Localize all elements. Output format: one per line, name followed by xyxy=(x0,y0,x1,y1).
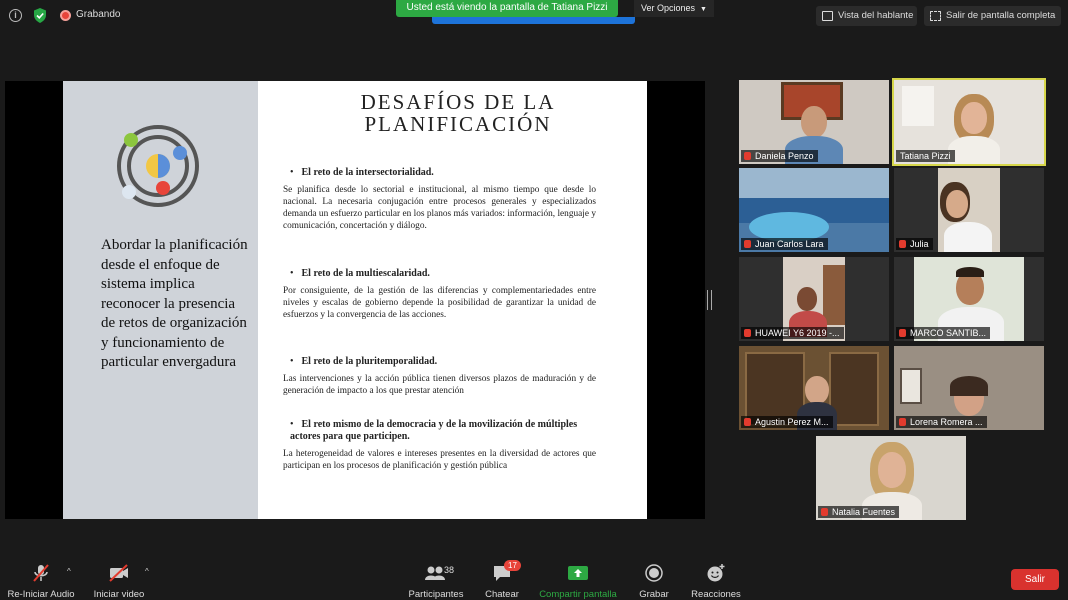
grid-icon xyxy=(822,11,833,21)
slide-section: El reto de la pluritemporalidad. Las int… xyxy=(283,356,596,397)
meeting-toolbar: Re-Iniciar Audio ^ Iniciar video ^ 38 Pa… xyxy=(0,556,1068,600)
chevron-down-icon: ▼ xyxy=(700,6,707,13)
slide-section: El reto de la multiescalaridad. Por cons… xyxy=(283,268,596,321)
shield-icon[interactable] xyxy=(33,8,47,23)
muted-microphone-icon xyxy=(33,564,49,582)
chat-unread-badge: 17 xyxy=(504,560,521,571)
participants-label: Participantes xyxy=(408,589,464,600)
chat-label: Chatear xyxy=(485,589,519,600)
participant-name-label: Agustin Perez M... xyxy=(741,416,833,428)
record-icon xyxy=(645,564,663,582)
view-options-button[interactable]: Ver Opciones ▼ xyxy=(634,0,714,17)
planning-logo-icon xyxy=(117,125,199,207)
participants-count: 38 xyxy=(444,565,455,575)
exit-fullscreen-button[interactable]: Salir de pantalla completa xyxy=(924,6,1061,26)
view-options-label: Ver Opciones xyxy=(641,3,696,13)
muted-mic-icon xyxy=(899,418,906,426)
participant-name-label: Julia xyxy=(896,238,933,250)
audio-label: Re-Iniciar Audio xyxy=(7,589,75,600)
reactions-label: Reacciones xyxy=(691,589,741,600)
section-body: Por consiguiente, de la gestión de las d… xyxy=(283,286,596,320)
share-screen-label: Compartir pantalla xyxy=(539,589,617,600)
muted-mic-icon xyxy=(744,240,751,248)
participant-name-label: HUAWEI Y6 2019 -... xyxy=(741,327,844,339)
participants-button[interactable]: 38 Participantes xyxy=(404,556,468,600)
reactions-button[interactable]: Reacciones xyxy=(688,556,744,600)
section-body: Las intervenciones y la acción pública t… xyxy=(283,374,596,396)
audio-button[interactable]: Re-Iniciar Audio xyxy=(2,556,80,600)
video-label: Iniciar video xyxy=(93,589,145,600)
muted-mic-icon xyxy=(744,329,751,337)
participant-tile[interactable]: Agustin Perez M... xyxy=(739,346,889,430)
participant-tile[interactable]: Daniela Penzo xyxy=(739,80,889,164)
participant-name-label: Daniela Penzo xyxy=(741,150,818,162)
muted-mic-icon xyxy=(744,418,751,426)
record-label: Grabar xyxy=(639,589,669,600)
muted-mic-icon xyxy=(899,329,906,337)
muted-mic-icon xyxy=(821,508,828,516)
share-screen-icon xyxy=(568,566,588,580)
participant-tile[interactable]: MARCO SANTIB... xyxy=(894,257,1044,341)
chat-button[interactable]: 17 Chatear xyxy=(482,556,522,600)
sharing-banner: Usted está viendo la pantalla de Tatiana… xyxy=(396,0,618,17)
exit-fullscreen-icon xyxy=(930,11,941,21)
section-body: Se planifica desde lo sectorial e instit… xyxy=(283,185,596,231)
record-button[interactable]: Grabar xyxy=(634,556,674,600)
speaker-view-button[interactable]: Vista del hablante xyxy=(816,6,917,26)
leave-meeting-button[interactable]: Salir xyxy=(1011,569,1059,590)
section-heading: El reto de la multiescalaridad. xyxy=(283,268,596,280)
camera-off-icon xyxy=(109,564,128,582)
speaker-view-label: Vista del hablante xyxy=(838,10,914,21)
participant-tile-active-speaker[interactable]: Tatiana Pizzi xyxy=(892,78,1046,166)
participant-tile[interactable]: Lorena Romera ... xyxy=(894,346,1044,430)
participant-name-label: MARCO SANTIB... xyxy=(896,327,991,339)
slide-lead-text: Abordar la planificación desde el enfoqu… xyxy=(101,237,248,370)
slide-section: El reto mismo de la democracia y de la m… xyxy=(283,419,596,472)
section-heading: El reto de la intersectorialidad. xyxy=(283,167,596,179)
participant-tile[interactable]: Julia xyxy=(894,168,1044,252)
info-icon[interactable]: i xyxy=(9,9,22,22)
slide-left-panel: Abordar la planificación desde el enfoqu… xyxy=(63,81,258,519)
participant-name-label: Juan Carlos Lara xyxy=(741,238,828,250)
top-bar: i Grabando Usted está viendo la pantalla… xyxy=(0,0,1068,32)
muted-mic-icon xyxy=(899,240,906,248)
participant-name-label: Tatiana Pizzi xyxy=(896,150,955,162)
slide-title-line2: PLANIFICACIÓN xyxy=(364,112,552,136)
emoji-add-icon xyxy=(707,564,725,582)
slide-right-panel: DESAFÍOS DE LA PLANIFICACIÓN El reto de … xyxy=(258,81,647,519)
section-body: La heterogeneidad de valores e intereses… xyxy=(283,449,596,471)
participant-name-label: Natalia Fuentes xyxy=(818,506,900,518)
panel-splitter-handle[interactable] xyxy=(707,290,712,310)
participant-tile[interactable]: Natalia Fuentes xyxy=(816,436,966,520)
participant-tile[interactable]: HUAWEI Y6 2019 -... xyxy=(739,257,889,341)
slide-section: El reto de la intersectorialidad. Se pla… xyxy=(283,167,596,232)
recording-label: Grabando xyxy=(76,9,121,20)
slide-title: DESAFÍOS DE LA PLANIFICACIÓN xyxy=(288,91,628,135)
section-heading: El reto mismo de la democracia y de la m… xyxy=(283,419,596,443)
audio-options-chevron-icon[interactable]: ^ xyxy=(67,567,71,576)
participants-icon xyxy=(425,566,445,580)
video-options-chevron-icon[interactable]: ^ xyxy=(145,567,149,576)
exit-fullscreen-label: Salir de pantalla completa xyxy=(946,10,1056,21)
participant-name-label: Lorena Romera ... xyxy=(896,416,987,428)
muted-mic-icon xyxy=(744,152,751,160)
video-button[interactable]: Iniciar video xyxy=(86,556,152,600)
sharing-indicator-bar xyxy=(432,17,635,24)
section-heading: El reto de la pluritemporalidad. xyxy=(283,356,596,368)
recording-icon xyxy=(60,10,71,21)
slide-title-line1: DESAFÍOS DE LA xyxy=(360,90,556,114)
participant-tile[interactable]: Juan Carlos Lara xyxy=(739,168,889,252)
presentation-slide: Abordar la planificación desde el enfoqu… xyxy=(63,81,647,519)
share-screen-button[interactable]: Compartir pantalla xyxy=(536,556,620,600)
